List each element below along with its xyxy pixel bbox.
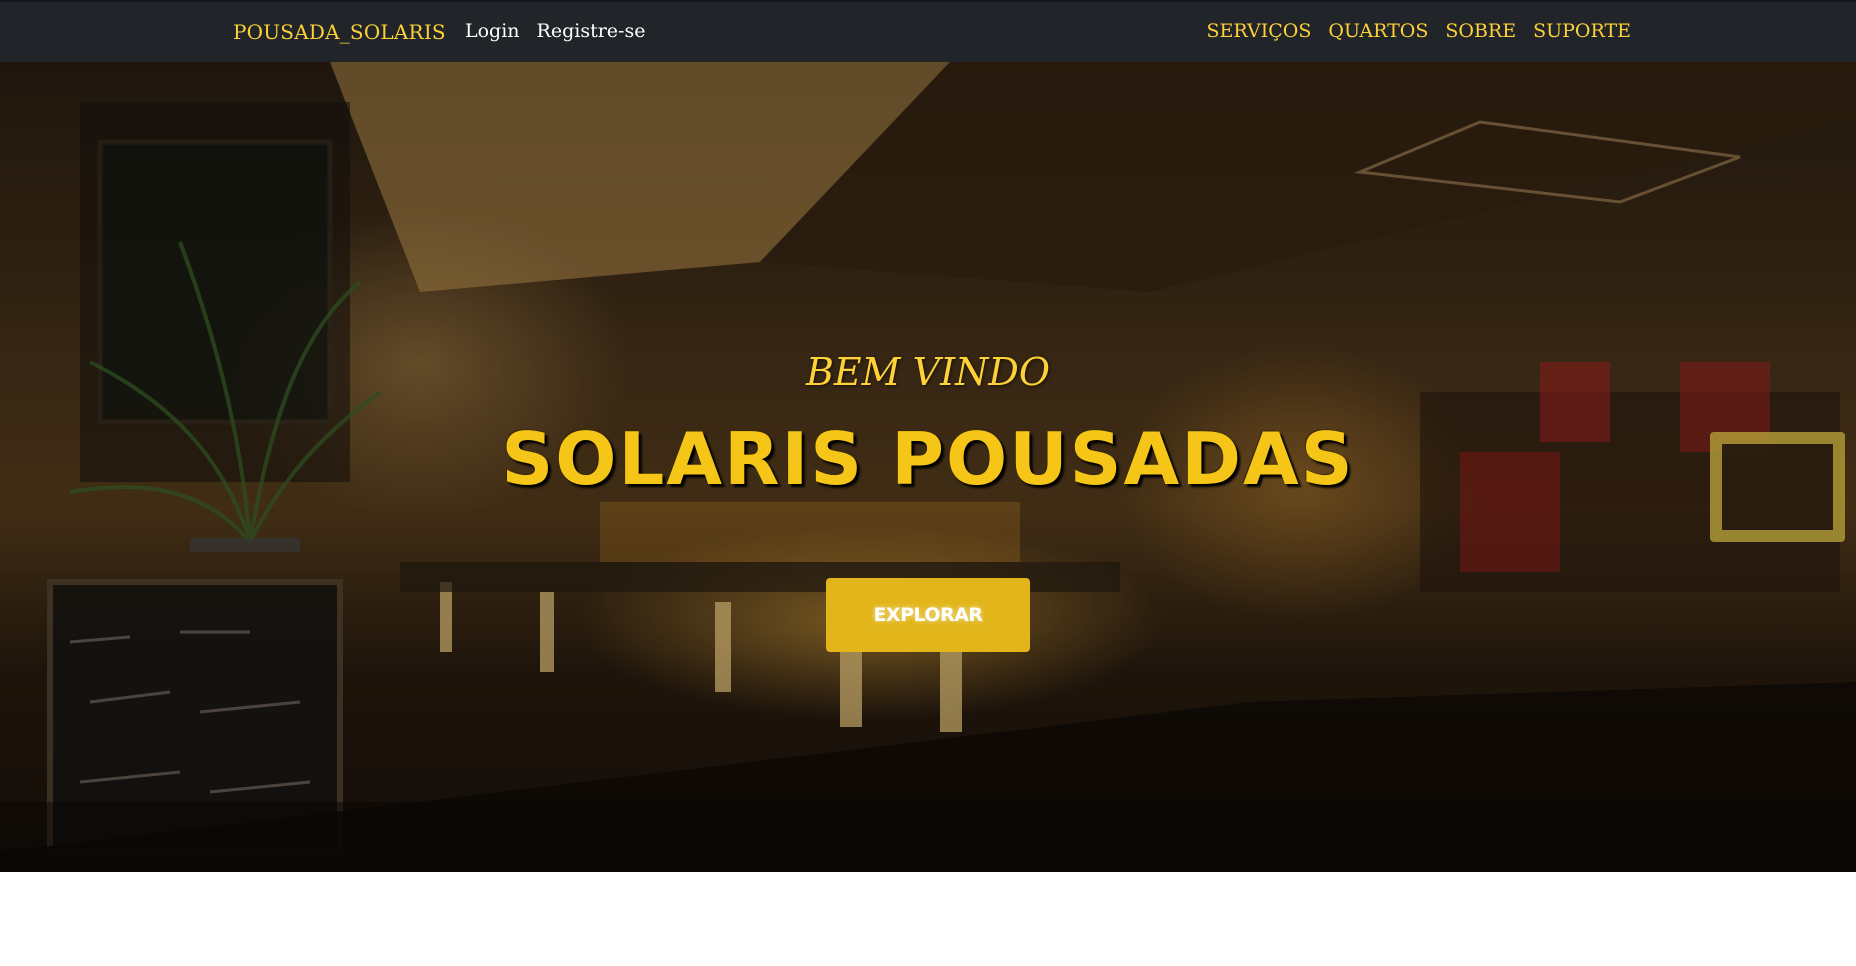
hero-title: SOLARIS POUSADAS <box>501 417 1355 501</box>
nav-link-sobre[interactable]: SOBRE <box>1445 20 1516 42</box>
register-link[interactable]: Registre-se <box>537 20 646 42</box>
brand-logo-link[interactable]: POUSADA_SOLARIS <box>233 20 446 44</box>
login-link[interactable]: Login <box>465 20 520 42</box>
hero-section: BEM VINDO SOLARIS POUSADAS EXPLORAR <box>0 62 1856 872</box>
top-navbar: POUSADA_SOLARIS Login Registre-se SERVIÇ… <box>0 0 1856 62</box>
main-nav-links: SERVIÇOS QUARTOS SOBRE SUPORTE <box>1207 20 1631 42</box>
nav-link-quartos[interactable]: QUARTOS <box>1328 20 1428 42</box>
nav-link-servicos[interactable]: SERVIÇOS <box>1207 20 1312 42</box>
hero-subtitle: BEM VINDO <box>806 350 1050 394</box>
auth-links: Login Registre-se <box>465 20 645 42</box>
explore-button[interactable]: EXPLORAR <box>826 578 1030 652</box>
nav-link-suporte[interactable]: SUPORTE <box>1533 20 1631 42</box>
